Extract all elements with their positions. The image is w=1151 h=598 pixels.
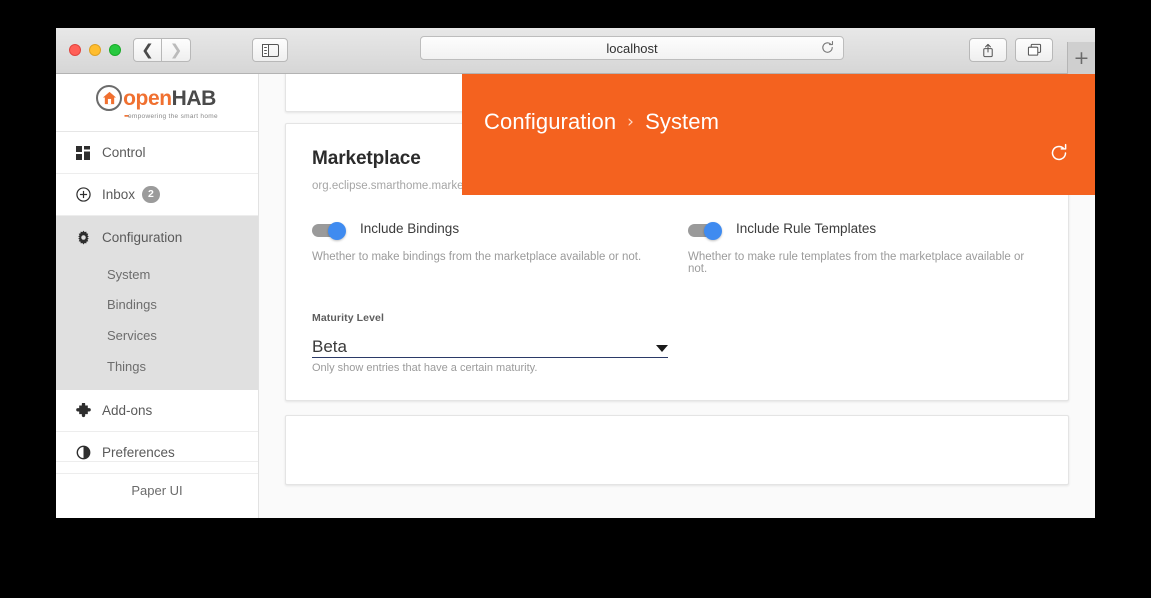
page-header: Configuration › System [462, 74, 1095, 195]
sidebar-item-inbox-label: Inbox [102, 187, 136, 202]
sidebar-item-control-label: Control [102, 145, 146, 160]
maturity-level-label: Maturity Level [312, 312, 385, 324]
address-bar[interactable]: localhost [420, 36, 844, 60]
toggle-line-include-rule-templates: Include Rule Templates [688, 221, 1042, 240]
share-icon [983, 43, 993, 57]
toggle-include-bindings-help: Whether to make bindings from the market… [312, 251, 642, 263]
logo-tagline: ▪▪▪empowering the smart home [124, 113, 218, 120]
refresh-button[interactable] [1048, 142, 1072, 166]
application-body: open HAB ▪▪▪empowering the smart home Co… [56, 74, 1095, 518]
toggle-knob [328, 221, 346, 240]
gear-icon [76, 230, 98, 245]
maturity-level-select[interactable]: Beta [312, 331, 668, 358]
inbox-badge: 2 [142, 185, 160, 204]
sidebar-item-control[interactable]: Control [56, 132, 258, 174]
toggle-line-include-bindings: Include Bindings [312, 221, 677, 240]
address-bar-text: localhost [606, 40, 658, 56]
tabs-overview-icon [1027, 43, 1041, 56]
chevron-down-icon [656, 345, 668, 352]
forward-button[interactable]: ❯ [162, 38, 191, 62]
sidebar-toggle-icon [261, 43, 279, 57]
toggles-row: Include Bindings Whether to make binding… [312, 221, 1042, 275]
sidebar-subitem-system[interactable]: System [56, 258, 258, 289]
dashboard-icon [76, 145, 98, 160]
puzzle-piece-icon [76, 403, 98, 418]
maximize-window-button[interactable] [109, 44, 121, 56]
sidebar-subitem-services[interactable]: Services [56, 320, 258, 351]
sidebar-subitem-bindings[interactable]: Bindings [56, 289, 258, 320]
chevron-left-icon: ❮ [141, 40, 154, 59]
maturity-level-field: Maturity Level Beta Only show entries th… [312, 312, 668, 374]
tabs-overview-button[interactable] [1015, 38, 1053, 62]
window-traffic-lights [69, 44, 121, 56]
chevron-right-icon: ❯ [169, 40, 183, 59]
refresh-icon [1051, 143, 1067, 161]
sidebar: open HAB ▪▪▪empowering the smart home Co… [56, 74, 259, 518]
reload-button[interactable] [820, 40, 835, 60]
titlebar-right-buttons [969, 38, 1053, 62]
toggle-include-bindings[interactable] [312, 221, 346, 240]
reload-icon [822, 40, 834, 53]
minimize-window-button[interactable] [89, 44, 101, 56]
sidebar-item-inbox[interactable]: Inbox 2 [56, 174, 258, 216]
toggle-group-include-rule-templates: Include Rule Templates Whether to make r… [677, 221, 1042, 275]
toggle-include-rule-templates[interactable] [688, 221, 722, 240]
breadcrumb: Configuration › System [484, 109, 719, 135]
toggle-include-rule-templates-label: Include Rule Templates [736, 221, 877, 236]
main-content: Marketplace org.eclipse.smarthome.market… [259, 74, 1095, 518]
contrast-icon [76, 445, 98, 460]
sidebar-footer-label: Paper UI [131, 482, 183, 498]
toggle-group-include-bindings: Include Bindings Whether to make binding… [312, 221, 677, 275]
breadcrumb-separator-icon: › [627, 112, 635, 132]
toggle-include-rule-templates-help: Whether to make rule templates from the … [688, 251, 1025, 275]
sidebar-subitem-things[interactable]: Things [56, 351, 258, 382]
logo-text-open: open [123, 86, 172, 110]
sidebar-nav: Control Inbox 2 Configuration System Bin… [56, 132, 258, 474]
sidebar-footer: Paper UI [56, 461, 258, 518]
plus-circle-icon [76, 187, 98, 202]
openhab-house-icon [96, 85, 123, 111]
share-button[interactable] [969, 38, 1007, 62]
logo-tagline-text: empowering the smart home [128, 113, 218, 120]
toggle-include-bindings-label: Include Bindings [360, 221, 460, 236]
maturity-level-help: Only show entries that have a certain ma… [312, 362, 538, 374]
house-glyph-icon [102, 91, 116, 105]
browser-window: ❮ ❯ localhost + open HAB ▪▪▪empowering t… [56, 28, 1095, 518]
maturity-level-value: Beta [312, 337, 347, 357]
back-button[interactable]: ❮ [133, 38, 162, 62]
close-window-button[interactable] [69, 44, 81, 56]
sidebar-item-configuration-label: Configuration [102, 229, 183, 245]
sidebar-item-preferences-label: Preferences [102, 445, 175, 460]
browser-titlebar: ❮ ❯ localhost + [56, 28, 1095, 74]
breadcrumb-root[interactable]: Configuration [484, 109, 616, 135]
navigation-buttons: ❮ ❯ [133, 38, 191, 62]
sidebar-toggle-button[interactable] [252, 38, 288, 62]
toggle-knob [704, 221, 722, 240]
card-below-partial [285, 415, 1069, 485]
new-tab-button[interactable]: + [1067, 42, 1095, 74]
brand-logo[interactable]: open HAB ▪▪▪empowering the smart home [56, 74, 258, 132]
sidebar-item-addons[interactable]: Add-ons [56, 390, 258, 432]
sidebar-item-configuration[interactable]: Configuration [56, 216, 258, 258]
sidebar-item-addons-label: Add-ons [102, 403, 153, 418]
logo-text-hab: HAB [171, 86, 217, 110]
breadcrumb-current: System [645, 109, 720, 134]
sidebar-group-configuration: Configuration System Bindings Services T… [56, 216, 258, 390]
